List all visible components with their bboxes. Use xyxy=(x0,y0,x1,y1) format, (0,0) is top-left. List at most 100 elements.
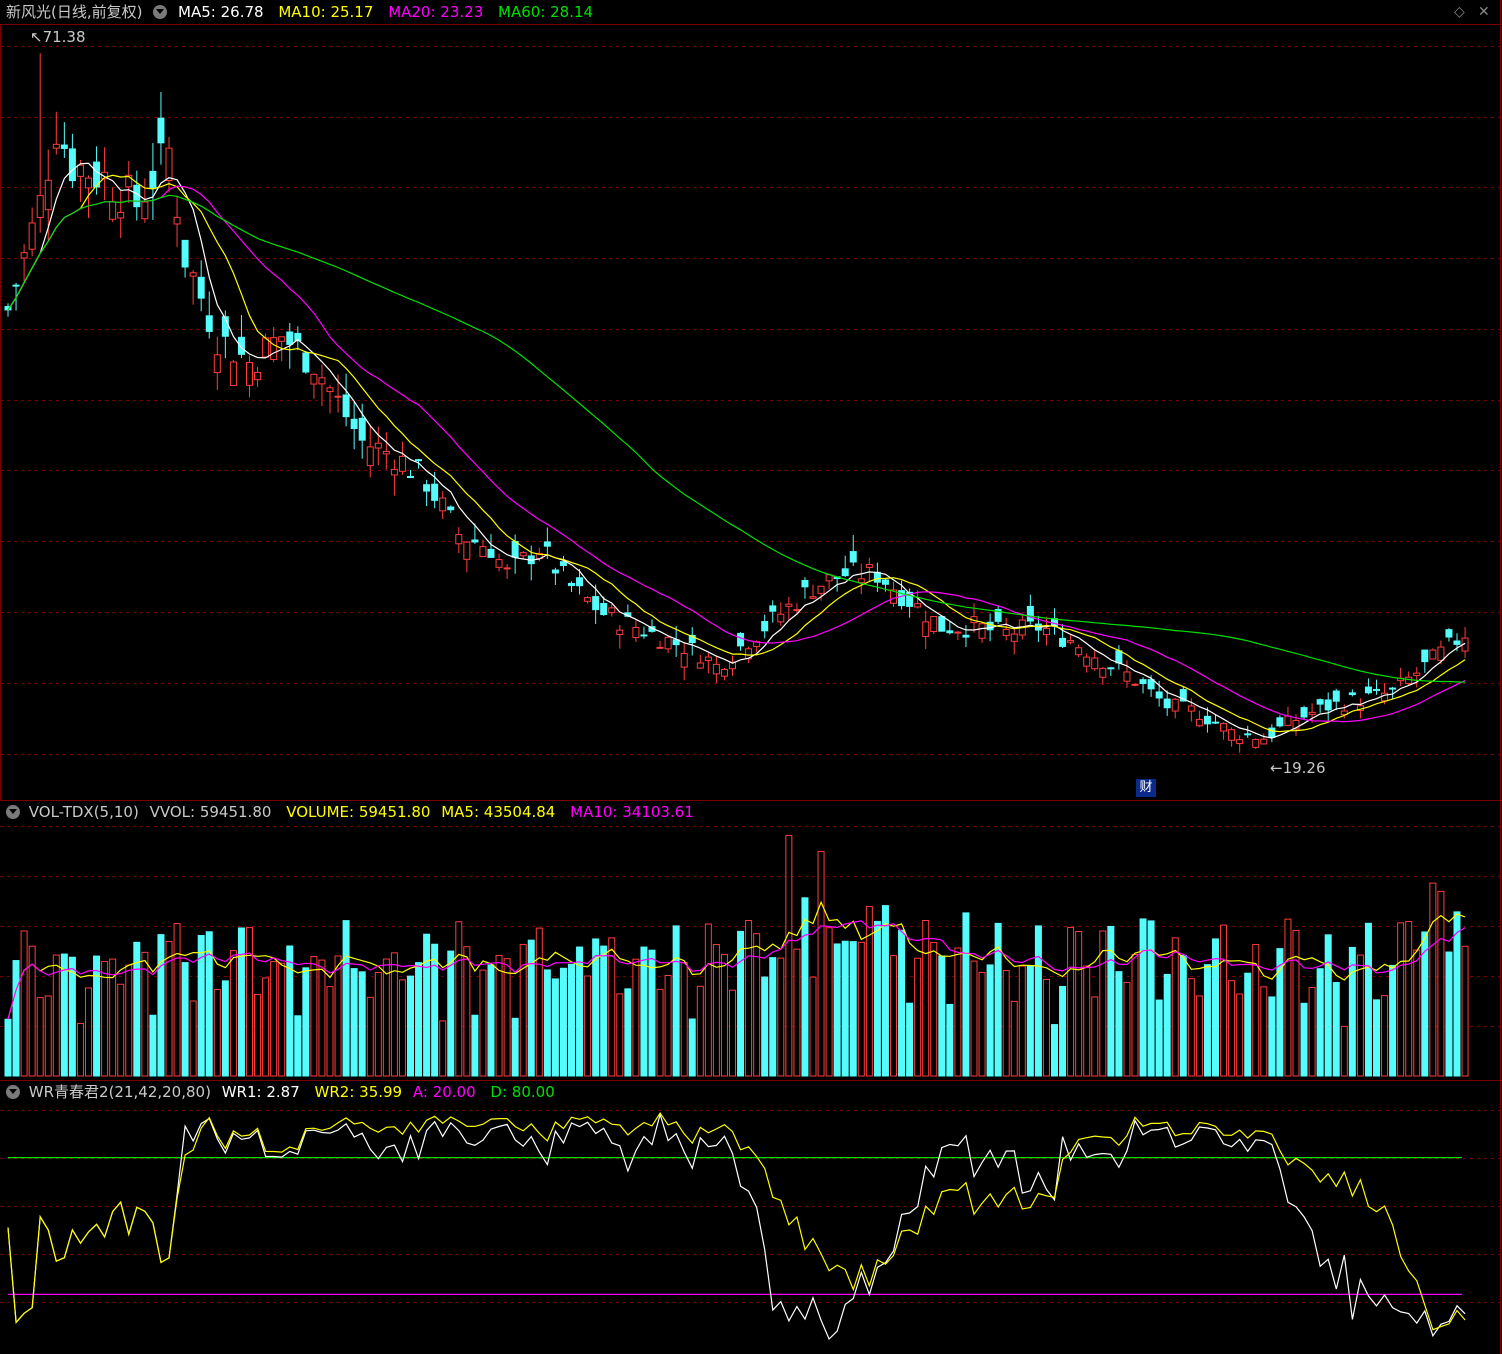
candle-body xyxy=(1067,640,1075,643)
volume-bar xyxy=(213,989,221,1077)
candle-body xyxy=(390,468,398,476)
volume-bar xyxy=(149,1014,157,1077)
candle-body xyxy=(310,373,318,385)
volume-bar xyxy=(471,1014,479,1077)
volume-bar xyxy=(849,941,857,1077)
wr-indicator-name: WR青春君2(21,42,20,80) xyxy=(28,1083,211,1101)
candle-body xyxy=(1115,650,1123,664)
volume-bar xyxy=(85,987,92,1077)
close-icon[interactable]: ✕ xyxy=(1478,4,1490,20)
candle-body xyxy=(85,177,92,189)
candle-body xyxy=(1316,699,1324,705)
volume-bar xyxy=(358,971,366,1077)
volume-bar xyxy=(1026,965,1034,1077)
candle-body xyxy=(109,201,117,220)
candle-body xyxy=(1220,723,1228,732)
candle-body xyxy=(616,629,624,636)
candle-body xyxy=(720,669,728,677)
candle-body xyxy=(157,117,165,144)
volume-bar xyxy=(1437,890,1445,1077)
vol-ma5-value: MA5: 43504.84 xyxy=(441,803,556,821)
ma20-value: MA20: 23.23 xyxy=(388,3,484,21)
candle-body xyxy=(1212,721,1219,724)
candle-body xyxy=(407,475,414,479)
volume-bar xyxy=(938,955,946,1077)
volume-bar xyxy=(4,1018,12,1077)
volume-bar xyxy=(221,980,229,1077)
candle-body xyxy=(1236,739,1244,745)
volume-bar xyxy=(729,989,736,1077)
candle-body xyxy=(1284,715,1292,726)
candle-body xyxy=(1429,649,1437,660)
volume-bar xyxy=(777,957,785,1077)
candle-body xyxy=(938,616,946,632)
candle-body xyxy=(1123,671,1131,682)
volume-bar xyxy=(978,971,986,1077)
volume-bar xyxy=(495,955,503,1077)
volume-bar xyxy=(1340,1025,1348,1077)
candle-body xyxy=(141,201,149,220)
candle-body xyxy=(511,540,519,558)
volume-bar xyxy=(970,960,978,1077)
volume-bar xyxy=(954,947,962,1077)
volume-bar xyxy=(1260,986,1268,1077)
volume-bar xyxy=(334,955,342,1077)
volume-bar xyxy=(1115,971,1123,1077)
candle-body xyxy=(1139,679,1147,685)
diamond-icon[interactable]: ◇ xyxy=(1454,4,1465,20)
volume-bar xyxy=(551,978,559,1077)
volume-bar xyxy=(1236,993,1244,1077)
candle-body xyxy=(785,603,793,607)
settings-dropdown-icon[interactable] xyxy=(6,1085,20,1099)
volume-bar xyxy=(1179,954,1187,1077)
candle-body xyxy=(1332,690,1340,702)
candle-body xyxy=(696,662,704,669)
candle-body xyxy=(463,541,471,560)
volume-bar xyxy=(1018,965,1026,1077)
stock-chart[interactable] xyxy=(0,0,1502,1354)
candle-body xyxy=(704,656,712,662)
candle-body xyxy=(503,567,511,570)
candle-body xyxy=(197,276,205,299)
candle-body xyxy=(793,609,801,612)
finance-badge[interactable]: 财 xyxy=(1136,779,1156,797)
ma60-value: MA60: 28.14 xyxy=(498,3,594,21)
candle-body xyxy=(1228,729,1236,741)
candle-body xyxy=(60,144,68,149)
volume-bar xyxy=(1389,964,1397,1077)
candle-body xyxy=(680,652,688,668)
wr1-line xyxy=(7,1112,1466,1341)
candle-body xyxy=(962,634,970,638)
volume-bar xyxy=(342,920,350,1077)
candle-body xyxy=(423,484,431,492)
candle-body xyxy=(592,596,600,611)
candle-body xyxy=(543,541,551,547)
volume-bar xyxy=(423,933,431,1077)
volume-bar xyxy=(1107,925,1115,1077)
d-level-value: D: 80.00 xyxy=(490,1083,555,1101)
volume-bar xyxy=(463,946,471,1077)
candle-body xyxy=(1445,629,1453,638)
volume-bar xyxy=(527,939,535,1077)
settings-dropdown-icon[interactable] xyxy=(6,805,20,819)
volume-bar xyxy=(857,941,865,1077)
wr1-value: WR1: 2.87 xyxy=(221,1083,300,1101)
volume-bar xyxy=(262,977,270,1077)
candle-body xyxy=(398,455,406,472)
volume-bar xyxy=(157,934,165,1077)
volume-bar xyxy=(688,1018,696,1077)
candle-body xyxy=(873,571,881,583)
candle-body xyxy=(1453,640,1461,645)
volume-bar xyxy=(294,1015,302,1077)
candle-body xyxy=(1099,667,1107,678)
volume-bar xyxy=(1332,982,1340,1077)
candle-body xyxy=(761,621,769,632)
vvol-value: VVOL: 59451.80 xyxy=(149,803,272,821)
volume-bar xyxy=(439,1020,447,1077)
candle-body xyxy=(326,387,334,393)
candle-body xyxy=(656,646,664,649)
price-panel-frame xyxy=(0,24,1501,801)
settings-dropdown-icon[interactable] xyxy=(153,5,168,19)
volume-bar xyxy=(930,942,938,1077)
volume-bar xyxy=(656,988,664,1077)
